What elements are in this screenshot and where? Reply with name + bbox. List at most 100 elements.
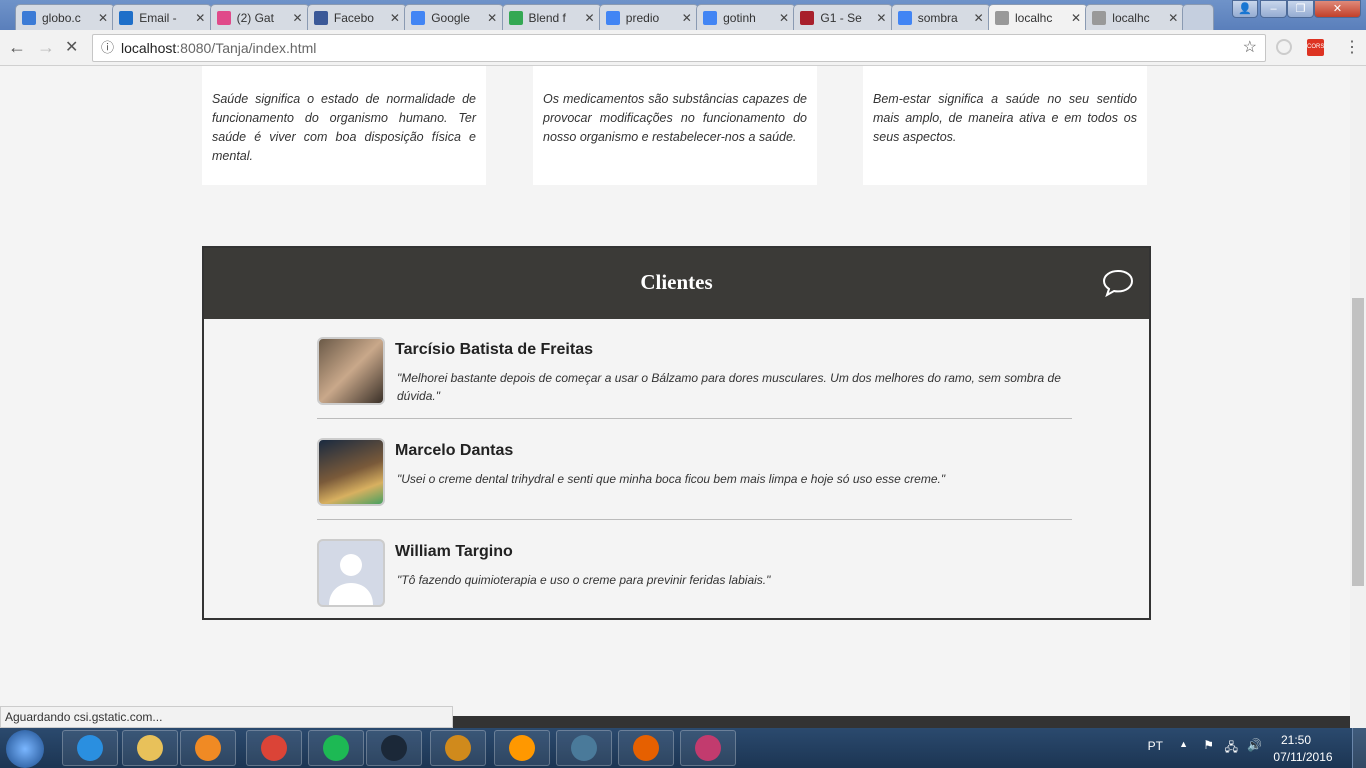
forward-icon[interactable]: → bbox=[37, 37, 55, 58]
speech-bubble-icon bbox=[1102, 269, 1134, 298]
status-bar: Aguardando csi.gstatic.com... bbox=[0, 706, 453, 728]
tab[interactable]: globo.c ✕ bbox=[15, 4, 115, 30]
taskbar-app[interactable] bbox=[556, 730, 612, 766]
show-hidden-icons[interactable]: ▲ bbox=[1179, 739, 1188, 749]
user-button[interactable]: 👤 bbox=[1232, 0, 1258, 18]
taskbar: PT ▲ ⚑ 🖧 🔊 21:50 07/11/2016 bbox=[0, 728, 1366, 768]
tab[interactable]: localhc ✕ bbox=[1085, 4, 1186, 30]
info-icon[interactable]: ⓘ bbox=[101, 35, 114, 61]
bookmark-star-icon[interactable]: ☆ bbox=[1243, 35, 1257, 61]
tab-strip: globo.c ✕ Email - ✕ (2) Gat ✕ Facebo ✕ Google ✕ Bl… bbox=[0, 0, 1366, 30]
close-tab-icon[interactable]: ✕ bbox=[779, 11, 789, 25]
close-tab-icon[interactable]: ✕ bbox=[293, 11, 303, 25]
close-tab-icon[interactable]: ✕ bbox=[682, 11, 692, 25]
show-desktop-button[interactable] bbox=[1352, 728, 1366, 768]
divider bbox=[317, 519, 1072, 520]
maximize-button[interactable]: ❐ bbox=[1287, 0, 1314, 18]
close-tab-icon[interactable]: ✕ bbox=[487, 11, 497, 25]
info-card-medication: Os medicamentos são substâncias capazes … bbox=[533, 66, 817, 185]
close-window-button[interactable]: ✕ bbox=[1314, 0, 1361, 18]
avatar bbox=[317, 438, 385, 506]
g1-icon bbox=[800, 10, 815, 25]
start-button[interactable] bbox=[6, 730, 44, 768]
testimonial-item: William Targino "Tô fazendo quimioterapi… bbox=[317, 539, 1072, 640]
google-icon bbox=[703, 10, 718, 25]
page-content: Saúde significa o estado de normalidade … bbox=[0, 66, 1350, 716]
language-indicator[interactable]: PT bbox=[1148, 739, 1163, 753]
tab[interactable]: predio ✕ bbox=[598, 4, 699, 30]
minimize-button[interactable]: – bbox=[1260, 0, 1287, 18]
maps-icon bbox=[508, 10, 523, 25]
taskbar-app[interactable] bbox=[680, 730, 736, 766]
close-tab-icon[interactable]: ✕ bbox=[584, 11, 594, 25]
globo-icon bbox=[22, 10, 36, 25]
taskbar-app[interactable] bbox=[308, 730, 364, 766]
explorer-icon bbox=[137, 735, 163, 761]
browser-toolbar: ← → ✕ ⓘ localhost:8080/Tanja/index.html … bbox=[0, 30, 1366, 66]
tab[interactable]: Google ✕ bbox=[404, 4, 505, 30]
ie-icon bbox=[77, 735, 103, 761]
volume-icon[interactable]: 🔊 bbox=[1247, 738, 1262, 752]
taskbar-app[interactable] bbox=[246, 730, 302, 766]
clients-header: Clientes bbox=[204, 248, 1149, 319]
media-player-icon bbox=[195, 735, 221, 761]
intellij-icon bbox=[695, 735, 721, 761]
page-scrollbar[interactable] bbox=[1350, 66, 1366, 728]
outlook-icon bbox=[119, 10, 134, 25]
google-icon bbox=[411, 10, 426, 25]
google-icon bbox=[897, 10, 912, 25]
google-icon bbox=[605, 10, 620, 25]
loading-icon bbox=[995, 10, 1009, 25]
testimonial-item: Marcelo Dantas "Usei o creme dental trih… bbox=[317, 438, 1072, 539]
stop-icon[interactable]: ✕ bbox=[65, 37, 78, 57]
clock-date[interactable]: 07/11/2016 bbox=[1266, 750, 1340, 764]
taskbar-app[interactable] bbox=[122, 730, 178, 766]
address-bar[interactable]: ⓘ localhost:8080/Tanja/index.html ☆ bbox=[92, 34, 1266, 62]
info-card-health: Saúde significa o estado de normalidade … bbox=[202, 66, 486, 185]
taskbar-app[interactable] bbox=[494, 730, 550, 766]
divider bbox=[317, 418, 1072, 419]
document-icon bbox=[1092, 10, 1107, 25]
tab[interactable]: (2) Gat ✕ bbox=[209, 4, 310, 30]
tab[interactable]: gotinh ✕ bbox=[696, 4, 797, 30]
taskbar-app[interactable] bbox=[366, 730, 422, 766]
taskbar-app[interactable] bbox=[180, 730, 236, 766]
facebook-icon bbox=[313, 10, 328, 25]
steam-icon bbox=[381, 735, 407, 761]
action-center-icon[interactable]: ⚑ bbox=[1203, 738, 1214, 752]
scrollbar-thumb[interactable] bbox=[1352, 298, 1364, 586]
close-tab-icon[interactable]: ✕ bbox=[1071, 11, 1081, 25]
close-tab-icon[interactable]: ✕ bbox=[390, 11, 400, 25]
tab[interactable]: Blend f ✕ bbox=[501, 4, 602, 30]
gatry-icon bbox=[216, 10, 231, 25]
taskbar-app[interactable] bbox=[618, 730, 674, 766]
close-tab-icon[interactable]: ✕ bbox=[876, 11, 886, 25]
tab[interactable]: G1 - Se ✕ bbox=[793, 4, 894, 30]
clock-time[interactable]: 21:50 bbox=[1266, 733, 1326, 747]
tab[interactable]: localhc ✕ bbox=[988, 4, 1088, 30]
network-icon[interactable]: 🖧 bbox=[1225, 738, 1238, 759]
tab[interactable]: Email - ✕ bbox=[112, 4, 213, 30]
tab[interactable]: Facebo ✕ bbox=[306, 4, 407, 30]
close-tab-icon[interactable]: ✕ bbox=[974, 11, 984, 25]
taskbar-app[interactable] bbox=[430, 730, 486, 766]
close-tab-icon[interactable]: ✕ bbox=[98, 11, 108, 25]
spotify-icon bbox=[323, 735, 349, 761]
back-icon[interactable]: ← bbox=[8, 37, 26, 58]
firefox-icon bbox=[633, 735, 659, 761]
close-tab-icon[interactable]: ✕ bbox=[1168, 11, 1178, 25]
sublime-icon bbox=[509, 735, 535, 761]
taskbar-app[interactable] bbox=[62, 730, 118, 766]
extension-icon[interactable] bbox=[1276, 39, 1292, 55]
info-card-wellbeing: Bem-estar significa a saúde no seu senti… bbox=[863, 66, 1147, 185]
close-tab-icon[interactable]: ✕ bbox=[195, 11, 205, 25]
menu-icon[interactable]: ⋮ bbox=[1344, 37, 1360, 57]
cors-extension-icon[interactable]: CORS bbox=[1307, 39, 1324, 56]
avatar bbox=[317, 337, 385, 405]
new-tab-button[interactable] bbox=[1182, 4, 1214, 30]
clients-title: Clientes bbox=[640, 270, 713, 294]
tab[interactable]: sombra ✕ bbox=[890, 4, 991, 30]
csgo-icon bbox=[445, 735, 471, 761]
chrome-icon bbox=[261, 735, 287, 761]
testimonial-item: Tarcísio Batista de Freitas "Melhorei ba… bbox=[317, 337, 1072, 438]
